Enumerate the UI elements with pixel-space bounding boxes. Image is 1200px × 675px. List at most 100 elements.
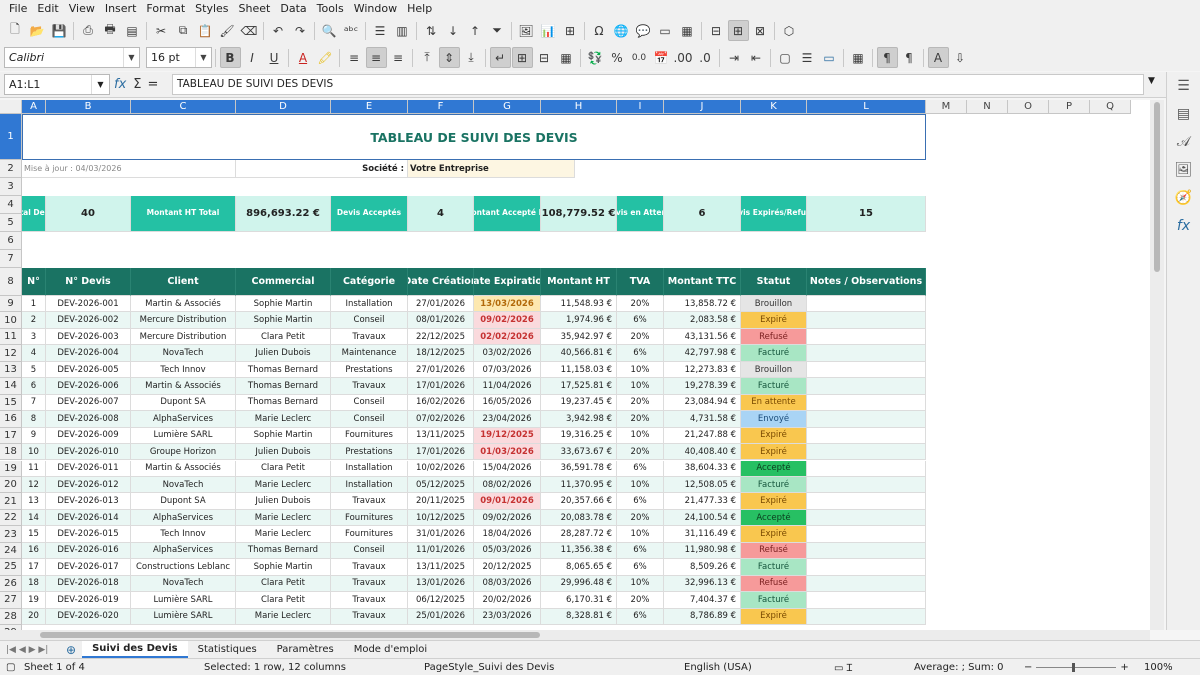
align-top-icon[interactable]: ⤒ (417, 47, 438, 68)
font-size-box[interactable]: 16 pt ▼ (146, 47, 212, 68)
table-cell[interactable]: Fournitures (331, 427, 408, 445)
table-cell[interactable]: Expiré (741, 608, 807, 625)
horizontal-scrollbar[interactable] (0, 630, 1150, 640)
table-cell[interactable]: DEV-2026-007 (46, 394, 131, 412)
column-header[interactable]: D (236, 100, 331, 114)
row-header[interactable]: 23 (0, 526, 22, 543)
table-cell[interactable]: Martin & Associés (131, 378, 236, 395)
clear-format-icon[interactable]: ⌫ (239, 20, 260, 41)
align-right-icon[interactable]: ≡ (388, 47, 409, 68)
open-icon[interactable]: 📂 (27, 20, 48, 41)
table-cell[interactable]: 02/02/2026 (474, 328, 541, 346)
row-header[interactable]: 18 (0, 444, 22, 461)
name-box[interactable]: A1:L1 ▼ (4, 74, 110, 95)
menu-view[interactable]: View (64, 2, 100, 15)
table-cell[interactable]: Marie Leclerc (236, 526, 331, 543)
table-cell[interactable]: 11,158.03 € (541, 361, 617, 379)
row-header[interactable]: 25 (0, 559, 22, 576)
column-header[interactable]: J (664, 100, 741, 114)
border-style-icon[interactable]: ☰ (797, 47, 818, 68)
table-cell[interactable]: 20/02/2026 (474, 592, 541, 609)
table-cell[interactable]: AlphaServices (131, 542, 236, 560)
table-cell[interactable]: 22/12/2025 (408, 328, 474, 346)
table-cell[interactable]: 12,508.05 € (664, 476, 741, 494)
table-cell[interactable]: 08/01/2026 (408, 312, 474, 329)
column-header[interactable]: H (541, 100, 617, 114)
freeze-rows-icon[interactable]: ⊟ (706, 20, 727, 41)
sheet-tab[interactable]: Statistiques (188, 642, 267, 657)
table-cell[interactable]: 6 (22, 378, 46, 395)
autofilter-icon[interactable]: ⏷ (487, 20, 508, 41)
table-cell[interactable]: 10% (617, 526, 664, 543)
table-cell[interactable]: Sophie Martin (236, 559, 331, 576)
row-header[interactable]: 2 (0, 160, 22, 178)
table-cell[interactable]: 32,996.13 € (664, 575, 741, 593)
table-cell[interactable]: 11 (22, 460, 46, 477)
table-cell[interactable]: 21,477.33 € (664, 493, 741, 510)
table-cell[interactable]: 12,273.83 € (664, 361, 741, 379)
currency-icon[interactable]: 💱 (585, 47, 606, 68)
table-cell[interactable]: DEV-2026-018 (46, 575, 131, 593)
table-cell[interactable]: 23,084.94 € (664, 394, 741, 412)
table-cell[interactable]: Refusé (741, 542, 807, 560)
spreadsheet-grid[interactable]: A B C D E F G H I J K L M N O P Q 1 2 3 4 5 6 7 8 9 10 11 12 13 14 15 16… (0, 100, 1150, 630)
summary-total-value[interactable]: 40 (46, 196, 131, 232)
row-header[interactable]: 8 (0, 268, 22, 296)
table-cell[interactable]: Travaux (331, 559, 408, 576)
page-title[interactable]: TABLEAU DE SUIVI DES DEVIS (22, 114, 926, 160)
table-cell[interactable]: Marie Leclerc (236, 476, 331, 494)
header-footer-icon[interactable]: ▭ (655, 20, 676, 41)
align-center-icon[interactable]: ≡ (365, 47, 387, 68)
column-header[interactable]: L (807, 100, 926, 114)
table-cell[interactable]: 10% (617, 427, 664, 445)
table-cell[interactable]: 1,974.96 € (541, 312, 617, 329)
menu-help[interactable]: Help (402, 2, 437, 15)
table-cell[interactable]: Clara Petit (236, 592, 331, 609)
column-header[interactable]: G (474, 100, 541, 114)
row-header[interactable]: 12 (0, 345, 22, 362)
table-cell[interactable]: 10% (617, 378, 664, 395)
table-cell[interactable]: Travaux (331, 378, 408, 395)
merge-center-icon[interactable]: ⊞ (511, 47, 533, 68)
split-window-icon[interactable]: ⊠ (750, 20, 771, 41)
table-cell[interactable]: 07/03/2026 (474, 361, 541, 379)
menu-format[interactable]: Format (141, 2, 190, 15)
table-cell[interactable]: 13 (22, 493, 46, 510)
table-cell[interactable]: 20 (22, 608, 46, 625)
table-cell[interactable] (807, 493, 926, 510)
table-cell[interactable]: 8,328.81 € (541, 608, 617, 625)
table-cell[interactable]: 6% (617, 493, 664, 510)
table-cell[interactable]: 14 (22, 509, 46, 527)
table-cell[interactable]: DEV-2026-006 (46, 378, 131, 395)
table-cell[interactable]: 2,083.58 € (664, 312, 741, 329)
zoom-slider[interactable]: − + (1024, 662, 1144, 673)
table-cell[interactable]: 38,604.33 € (664, 460, 741, 477)
table-cell[interactable]: Conseil (331, 411, 408, 428)
row-header[interactable]: 3 (0, 178, 22, 196)
increase-indent-icon[interactable]: ⇥ (724, 47, 745, 68)
sheet-tab[interactable]: Suivi des Devis (82, 641, 188, 658)
table-cell[interactable]: DEV-2026-003 (46, 328, 131, 346)
table-cell[interactable]: En attente (741, 394, 807, 412)
table-cell[interactable]: 23/04/2026 (474, 411, 541, 428)
text-direction-rtl-icon[interactable]: ¶ (899, 47, 920, 68)
table-cell[interactable]: 6% (617, 608, 664, 625)
table-cell[interactable]: 13/11/2025 (408, 427, 474, 445)
copy-icon[interactable]: ⧉ (173, 20, 194, 41)
table-cell[interactable]: Conseil (331, 542, 408, 560)
summary-accepted-amount-label[interactable]: Montant Accepté HT (474, 196, 541, 232)
table-cell[interactable]: 16/02/2026 (408, 394, 474, 412)
table-cell[interactable]: 05/12/2025 (408, 476, 474, 494)
summary-amount-label[interactable]: Montant HT Total (131, 196, 236, 232)
column-header[interactable]: E (331, 100, 408, 114)
table-cell[interactable]: Expiré (741, 493, 807, 510)
cut-icon[interactable]: ✂ (151, 20, 172, 41)
table-cell[interactable]: Conseil (331, 312, 408, 329)
table-cell[interactable]: 3 (22, 328, 46, 346)
table-cell[interactable] (807, 296, 926, 313)
table-cell[interactable]: Prestations (331, 444, 408, 461)
table-cell[interactable]: DEV-2026-004 (46, 345, 131, 362)
table-cell[interactable]: 43,131.56 € (664, 328, 741, 346)
table-cell[interactable]: 6% (617, 542, 664, 560)
freeze-columns-icon[interactable]: ⊞ (727, 20, 749, 41)
